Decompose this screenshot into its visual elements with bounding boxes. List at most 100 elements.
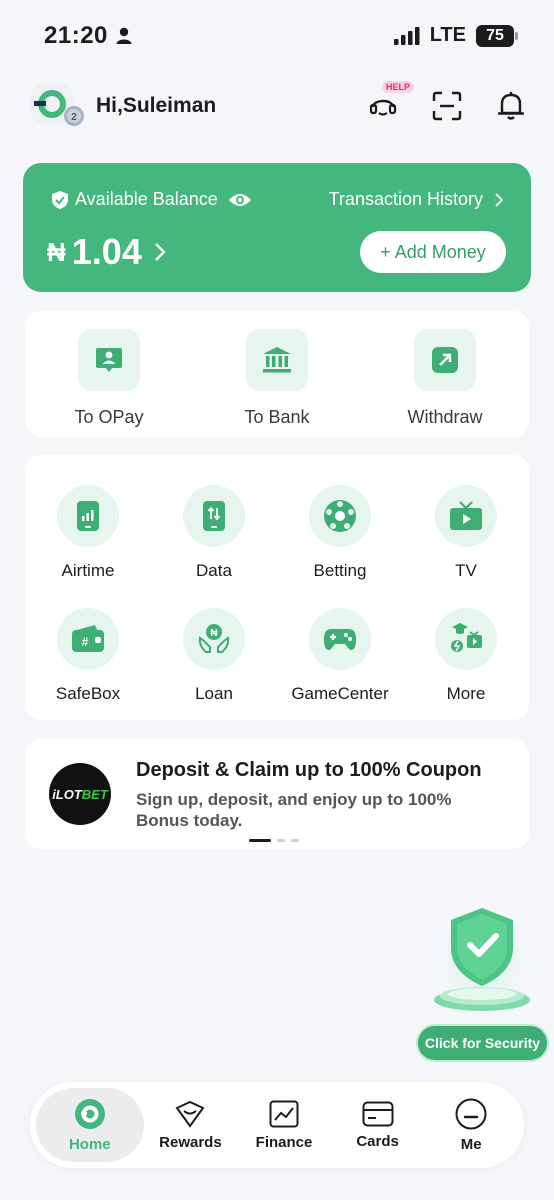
to-bank-button[interactable]: To Bank bbox=[193, 311, 361, 437]
data-button[interactable]: Data bbox=[151, 485, 277, 598]
promo-title: Deposit & Claim up to 100% Coupon bbox=[136, 759, 482, 781]
nav-finance[interactable]: Finance bbox=[237, 1088, 331, 1162]
eye-icon[interactable] bbox=[228, 192, 252, 208]
help-button[interactable]: HELP bbox=[366, 81, 414, 123]
betting-tile bbox=[309, 485, 371, 547]
bank-icon bbox=[263, 347, 291, 373]
balance-label-row: Available Balance bbox=[51, 189, 252, 210]
ilotbet-logo: iLOT BET bbox=[49, 763, 111, 825]
help-badge: HELP bbox=[381, 81, 414, 93]
nav-cards-label: Cards bbox=[356, 1132, 399, 1150]
hands-coin-icon: ₦ bbox=[198, 623, 230, 653]
gamecenter-label: GameCenter bbox=[291, 683, 389, 703]
withdraw-label: Withdraw bbox=[407, 407, 483, 427]
data-label: Data bbox=[196, 561, 232, 580]
balance-value: 1.04 bbox=[71, 231, 142, 272]
more-tile bbox=[435, 607, 497, 670]
avatar[interactable]: 2 bbox=[28, 80, 84, 132]
logo-text-a: iLOT bbox=[52, 786, 82, 802]
scan-icon bbox=[432, 91, 462, 121]
greeting-text: Hi,Suleiman bbox=[96, 94, 217, 117]
carousel-dot bbox=[291, 839, 299, 842]
chevron-right-icon bbox=[155, 243, 166, 261]
airtime-button[interactable]: Airtime bbox=[25, 485, 151, 598]
person-icon bbox=[116, 27, 132, 44]
add-money-button[interactable]: + Add Money bbox=[360, 231, 506, 273]
balance-label: Available Balance bbox=[75, 189, 218, 209]
balance-amount[interactable]: ₦ 1.04 bbox=[47, 231, 166, 273]
to-opay-tile bbox=[78, 329, 140, 391]
scan-button[interactable] bbox=[430, 89, 464, 123]
more-icon bbox=[451, 622, 482, 652]
finance-icon bbox=[269, 1100, 299, 1127]
nav-rewards-label: Rewards bbox=[159, 1133, 222, 1151]
bottom-nav: Home Rewards Finance Cards Me bbox=[30, 1082, 524, 1168]
withdraw-arrow-icon bbox=[432, 347, 458, 373]
football-icon bbox=[324, 500, 356, 532]
status-bar: 21:20 LTE 75 bbox=[0, 0, 554, 70]
to-opay-button[interactable]: To OPay bbox=[25, 311, 193, 437]
shield-check-icon bbox=[52, 190, 68, 209]
me-icon bbox=[455, 1098, 487, 1129]
loan-label: Loan bbox=[195, 683, 233, 703]
carousel-dot bbox=[277, 839, 285, 842]
withdraw-tile bbox=[414, 329, 476, 391]
currency-symbol: ₦ bbox=[47, 236, 66, 267]
transfer-card: To OPay To Bank Withdraw bbox=[25, 311, 529, 437]
headset-icon bbox=[369, 99, 397, 116]
gamecenter-button[interactable]: GameCenter bbox=[277, 607, 403, 721]
security-shield-icon bbox=[420, 904, 544, 1020]
withdraw-button[interactable]: Withdraw bbox=[361, 311, 529, 437]
logo-text-b: BET bbox=[81, 786, 108, 802]
status-indicators: LTE 75 bbox=[393, 24, 518, 47]
battery-icon: 75 bbox=[476, 24, 518, 47]
safebox-button[interactable]: # SafeBox bbox=[25, 607, 151, 721]
tv-button[interactable]: TV bbox=[403, 485, 529, 598]
rewards-icon bbox=[175, 1100, 205, 1128]
data-tile bbox=[183, 485, 245, 547]
network-type: LTE bbox=[429, 24, 466, 46]
nav-cards[interactable]: Cards bbox=[331, 1088, 425, 1162]
bell-icon bbox=[498, 92, 524, 120]
betting-button[interactable]: Betting bbox=[277, 485, 403, 598]
to-bank-label: To Bank bbox=[244, 407, 310, 427]
home-icon bbox=[74, 1098, 105, 1129]
promo-subtitle: Sign up, deposit, and enjoy up to 100% B… bbox=[136, 790, 452, 830]
header-actions: HELP bbox=[366, 81, 528, 123]
security-widget[interactable]: Click for Security bbox=[415, 900, 549, 1062]
more-button[interactable]: More bbox=[403, 607, 529, 721]
phone-signal-icon bbox=[77, 501, 99, 531]
airtime-label: Airtime bbox=[61, 561, 115, 580]
loan-button[interactable]: ₦ Loan bbox=[151, 607, 277, 721]
promo-banner[interactable]: iLOT BET Deposit & Claim up to 100% Coupo… bbox=[25, 739, 529, 849]
status-time: 21:20 bbox=[44, 22, 132, 50]
svg-text:#: # bbox=[82, 635, 89, 649]
transaction-history-label: Transaction History bbox=[328, 189, 483, 209]
tv-tile bbox=[435, 485, 497, 547]
nav-home-label: Home bbox=[68, 1135, 111, 1153]
nav-finance-label: Finance bbox=[255, 1133, 313, 1151]
balance-card: Available Balance Transaction History ₦ … bbox=[23, 163, 531, 292]
nav-rewards[interactable]: Rewards bbox=[144, 1088, 238, 1162]
cards-icon bbox=[362, 1101, 394, 1126]
transaction-history-link[interactable]: Transaction History bbox=[329, 189, 503, 210]
svg-text:₦: ₦ bbox=[210, 628, 218, 639]
carousel-dot-active bbox=[249, 839, 271, 842]
nav-me[interactable]: Me bbox=[424, 1088, 518, 1162]
more-label: More bbox=[446, 683, 486, 703]
nav-home[interactable]: Home bbox=[36, 1088, 144, 1162]
to-opay-label: To OPay bbox=[74, 407, 144, 427]
tv-icon bbox=[450, 501, 482, 530]
avatar-level: 2 bbox=[71, 112, 77, 123]
loan-tile: ₦ bbox=[183, 607, 245, 670]
wallet-icon: # bbox=[72, 624, 104, 652]
header: 2 Hi,Suleiman HELP bbox=[28, 80, 528, 132]
chevron-right-icon bbox=[495, 192, 503, 207]
safebox-tile: # bbox=[57, 607, 119, 670]
avatar-icon: 2 bbox=[29, 81, 84, 127]
notifications-button[interactable] bbox=[494, 89, 528, 123]
airtime-tile bbox=[57, 485, 119, 547]
gamepad-icon bbox=[324, 628, 356, 650]
betting-label: Betting bbox=[313, 561, 367, 580]
security-button[interactable]: Click for Security bbox=[416, 1024, 549, 1062]
